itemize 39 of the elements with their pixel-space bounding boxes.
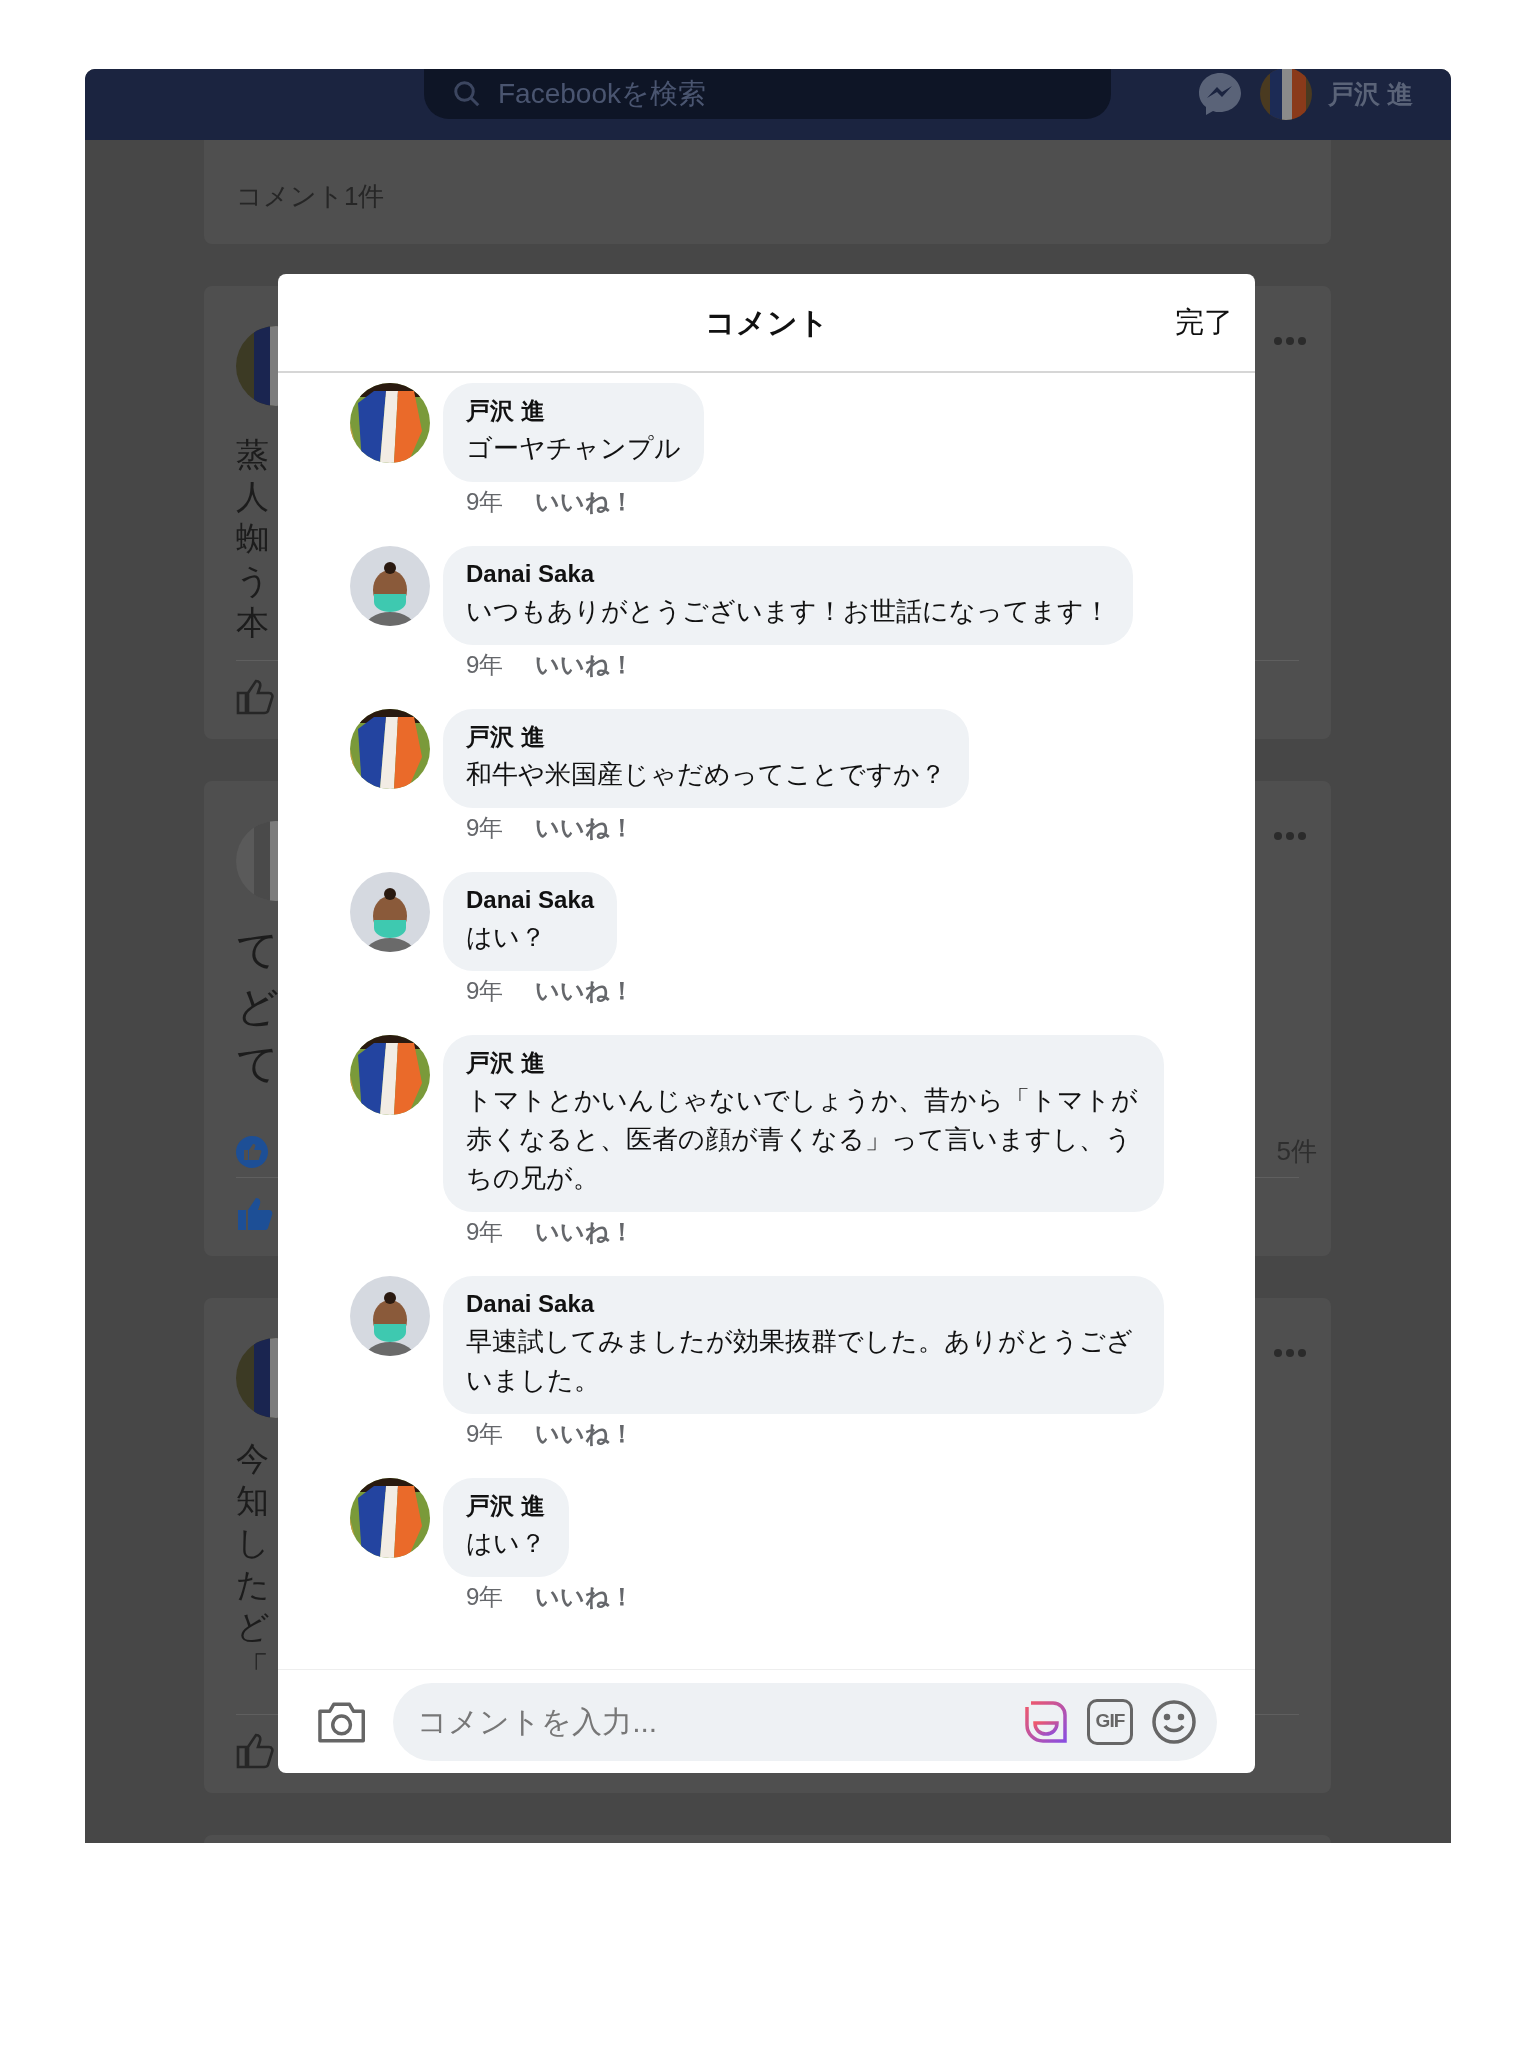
search-icon (452, 79, 482, 109)
comment-text: ゴーヤチャンプル (466, 432, 681, 465)
sticker-icon[interactable] (1023, 1698, 1069, 1745)
comment-author[interactable]: 戸沢 進 (466, 395, 545, 427)
comment-author[interactable]: 戸沢 進 (466, 1490, 545, 1522)
comment-author[interactable]: 戸沢 進 (466, 1047, 545, 1079)
comment-time: 9年 (466, 814, 504, 842)
comment-author[interactable]: Danai Saka (466, 1288, 595, 1320)
like-link[interactable]: いいね！ (535, 1218, 635, 1246)
done-button[interactable]: 完了 (1175, 300, 1233, 345)
emoji-icon[interactable] (1151, 1698, 1197, 1745)
comment-time: 9年 (466, 1420, 504, 1448)
search-input: Facebookを検索 (498, 73, 1058, 115)
comment-time: 9年 (466, 977, 504, 1005)
like-link[interactable]: いいね！ (535, 977, 635, 1005)
comment-input[interactable]: コメントを入力... GIF (393, 1682, 1217, 1761)
comment-time: 9年 (466, 651, 504, 679)
search-field[interactable]: Facebookを検索 (424, 69, 1111, 119)
comment-text: はい？ (466, 1527, 546, 1560)
comment-author[interactable]: Danai Saka (466, 884, 595, 916)
like-link[interactable]: いいね！ (535, 651, 635, 679)
comment-text: はい？ (466, 921, 547, 954)
dialog-title: コメント (704, 305, 829, 341)
gif-button[interactable]: GIF (1087, 1698, 1133, 1745)
comment-time: 9年 (466, 1583, 504, 1611)
comment-time: 9年 (466, 488, 504, 516)
comment-author[interactable]: 戸沢 進 (466, 721, 545, 753)
like-link[interactable]: いいね！ (535, 1583, 635, 1611)
comment-text: 和牛や米国産じゃだめってことですか？ (466, 758, 946, 791)
comment-time: 9年 (466, 1218, 504, 1246)
comment-text: トマトとかいんじゃないでしょうか、昔から「トマトが赤くなると、医者の顔が青くなる」って言いますし、うちの兄が。 (466, 1084, 1139, 1195)
post-text: 「 (236, 1649, 269, 1689)
comment-input-text: コメントを入力... (417, 1699, 1005, 1744)
comment-text: いつもありがとうございます！お世話になってます！ (466, 595, 1110, 628)
like-link[interactable]: いいね！ (535, 488, 635, 516)
like-link[interactable]: いいね！ (535, 1420, 635, 1448)
comment-text: 早速試してみましたが効果抜群でした。ありがとうございました。 (466, 1325, 1134, 1397)
like-link[interactable]: いいね！ (535, 814, 635, 842)
comment-author[interactable]: Danai Saka (466, 558, 595, 590)
